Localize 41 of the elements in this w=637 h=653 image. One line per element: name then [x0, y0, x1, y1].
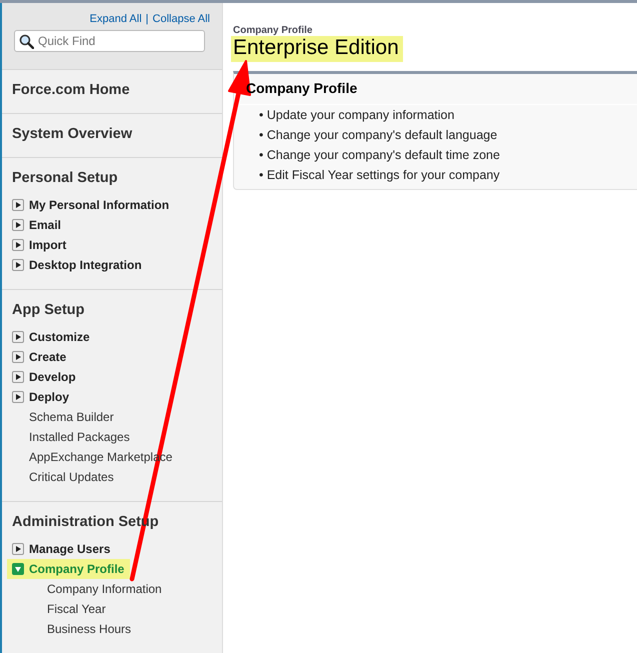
collapse-all-link[interactable]: Collapse All: [152, 13, 210, 25]
expand-all-link[interactable]: Expand All: [90, 13, 142, 25]
menu-item[interactable]: Import: [12, 235, 212, 255]
menu-item[interactable]: My Personal Information: [12, 195, 212, 215]
section-title: App Setup: [12, 302, 86, 318]
menu-item[interactable]: Deploy: [12, 387, 212, 407]
panel-list-item: • Change your company's default language: [258, 127, 498, 144]
separator: |: [146, 13, 149, 25]
collapsed-toggle-icon[interactable]: [12, 371, 24, 383]
menu-item[interactable]: Customize: [12, 327, 212, 347]
quick-find-field[interactable]: Quick Find: [14, 30, 205, 52]
collapsed-toggle-icon[interactable]: [12, 199, 24, 211]
collapsed-toggle-icon[interactable]: [12, 219, 24, 231]
menu-link[interactable]: Business Hours: [12, 619, 212, 639]
menu-item[interactable]: Desktop Integration: [12, 255, 212, 275]
highlighted-menu-item[interactable]: Company Profile: [7, 559, 130, 579]
menu-link[interactable]: Installed Packages: [12, 427, 212, 447]
menu-item[interactable]: Manage Users: [12, 539, 212, 559]
section-title: Personal Setup: [12, 170, 119, 186]
collapsed-toggle-icon[interactable]: [12, 239, 24, 251]
page-subtitle: Company Profile: [233, 25, 314, 36]
menu-link[interactable]: Schema Builder: [12, 407, 212, 427]
section-title[interactable]: Force.com Home: [12, 82, 212, 98]
menu-item[interactable]: Email: [12, 215, 212, 235]
menu-item[interactable]: Create: [12, 347, 212, 367]
menu-item[interactable]: Develop: [12, 367, 212, 387]
section-title[interactable]: System Overview: [12, 126, 212, 142]
collapsed-toggle-icon[interactable]: [12, 543, 24, 555]
search-icon: [19, 34, 34, 49]
expanded-toggle-icon[interactable]: [12, 563, 24, 575]
menu-link[interactable]: Critical Updates: [12, 467, 212, 487]
panel-list-item: • Change your company's default time zone: [258, 147, 501, 164]
panel-list-item: • Update your company information: [258, 107, 456, 124]
collapsed-toggle-icon[interactable]: [12, 331, 24, 343]
collapsed-toggle-icon[interactable]: [12, 259, 24, 271]
collapsed-toggle-icon[interactable]: [12, 391, 24, 403]
menu-link[interactable]: Fiscal Year: [12, 599, 212, 619]
menu-link[interactable]: Company Information: [12, 579, 212, 599]
page-title: Enterprise Edition: [231, 36, 403, 62]
panel-list-item: • Edit Fiscal Year settings for your company: [258, 167, 501, 184]
collapsed-toggle-icon[interactable]: [12, 351, 24, 363]
